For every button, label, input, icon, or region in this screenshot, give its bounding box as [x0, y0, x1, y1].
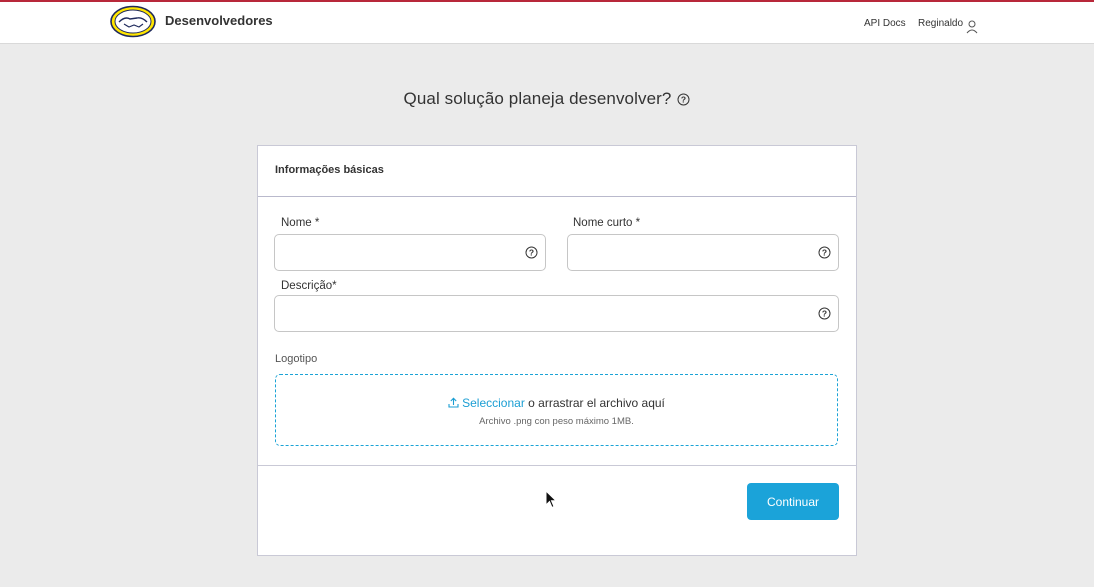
header: Desenvolvedores API Docs Reginaldo — [0, 2, 1094, 44]
nome-curto-field: ? — [567, 234, 839, 271]
help-circle-icon[interactable]: ? — [818, 307, 831, 320]
nome-curto-input[interactable] — [568, 235, 838, 270]
nome-curto-label: Nome curto * — [573, 217, 641, 229]
dropzone-hint: Archivo .png con peso máximo 1MB. — [479, 416, 634, 427]
svg-text:?: ? — [681, 94, 686, 104]
nome-field: ? — [274, 234, 546, 271]
svg-text:?: ? — [822, 309, 827, 319]
card-header: Informações básicas — [258, 146, 856, 197]
nav-user-name[interactable]: Reginaldo — [918, 18, 963, 29]
help-circle-icon[interactable]: ? — [818, 246, 831, 259]
card-divider — [258, 465, 856, 466]
logo-dropzone[interactable]: Seleccionar o arrastrar el archivo aquí … — [275, 374, 838, 446]
help-circle-icon[interactable]: ? — [525, 246, 538, 259]
solution-form-card: Informações básicas Nome * ? Nome curto … — [257, 145, 857, 556]
section-title: Informações básicas — [275, 164, 384, 176]
user-icon[interactable] — [966, 20, 978, 34]
nav-api-docs[interactable]: API Docs — [864, 18, 906, 29]
help-circle-icon[interactable]: ? — [677, 93, 690, 106]
descricao-field: ? — [274, 295, 839, 332]
dropzone-instruction: Seleccionar o arrastrar el archivo aquí — [276, 396, 837, 410]
nome-label: Nome * — [281, 217, 320, 229]
upload-icon[interactable] — [448, 397, 459, 408]
descricao-input[interactable] — [275, 296, 838, 331]
handshake-logo[interactable] — [110, 5, 156, 38]
select-file-link[interactable]: Seleccionar — [462, 396, 525, 410]
svg-text:?: ? — [529, 248, 534, 258]
nome-input[interactable] — [275, 235, 545, 270]
drop-text: o arrastrar el archivo aquí — [524, 396, 665, 410]
descricao-label: Descrição* — [281, 280, 337, 292]
logotipo-label: Logotipo — [275, 353, 318, 365]
continue-button[interactable]: Continuar — [747, 483, 839, 520]
brand-title: Desenvolvedores — [165, 13, 273, 28]
svg-text:?: ? — [822, 248, 827, 258]
mouse-cursor-icon — [545, 490, 557, 509]
page-title-row: Qual solução planeja desenvolver? ? — [0, 89, 1094, 109]
page-title: Qual solução planeja desenvolver? — [403, 89, 672, 108]
